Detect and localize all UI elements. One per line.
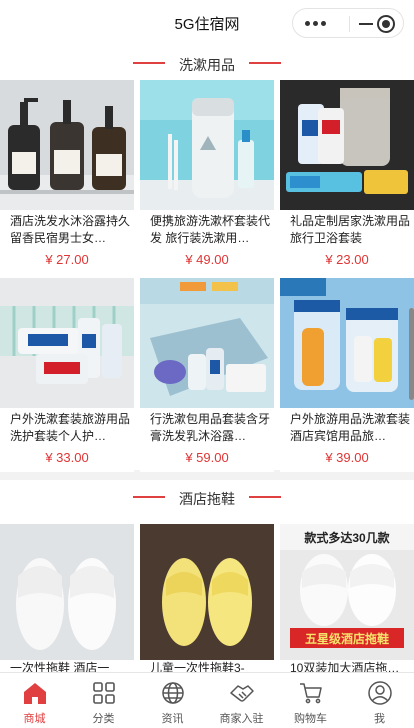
handshake-icon	[230, 685, 254, 702]
banner-top-text: 款式多达30几款	[304, 530, 390, 545]
bottom-tab-bar: 商城 分类 资讯 商家入驻 购物车 我	[0, 672, 414, 728]
tab-label: 我	[374, 713, 385, 725]
section-title: 酒店拖鞋	[179, 491, 235, 507]
tab-home[interactable]: 商城	[0, 673, 69, 728]
product-name: 酒店洗发水沐浴露持久留香民宿男士女…	[10, 214, 130, 245]
header-line-right	[249, 62, 281, 64]
product-image[interactable]	[140, 278, 274, 408]
product-image[interactable]	[140, 524, 274, 660]
product-card[interactable]: 行洗漱包用品套装含牙膏洗发乳沐浴露… ¥ 59.00	[140, 278, 274, 472]
header-line-right	[249, 496, 281, 498]
top-nav-bar: 5G住宿网	[0, 0, 414, 46]
product-image[interactable]	[0, 278, 134, 408]
minimize-icon[interactable]	[359, 20, 373, 28]
product-card[interactable]: 便携旅游洗漱杯套装代发 旅行装洗漱用… ¥ 49.00	[140, 80, 274, 276]
product-image[interactable]	[280, 278, 414, 408]
product-price: ¥ 27.00	[45, 252, 89, 267]
tab-category[interactable]: 分类	[69, 673, 138, 728]
product-name: 户外洗漱套装旅游用品洗护套装个人护…	[10, 412, 130, 443]
tab-label: 商家入驻	[219, 713, 264, 725]
product-card[interactable]: 礼品定制居家洗漱用品旅行卫浴套装expendable… ¥ 23.00	[280, 80, 414, 276]
capsule-divider	[349, 16, 350, 32]
product-price: ¥ 39.00	[325, 450, 369, 465]
product-name: 户外旅游用品洗漱套装酒店宾馆用品旅…	[290, 412, 410, 443]
product-price: ¥ 33.00	[45, 450, 89, 465]
product-image[interactable]	[280, 80, 414, 210]
scrollbar[interactable]	[409, 308, 414, 400]
tab-news[interactable]: 资讯	[138, 673, 207, 728]
product-name: 一次性拖鞋 酒店一次…	[10, 661, 110, 672]
banner-bottom-text: 五星级酒店拖鞋	[305, 631, 389, 646]
tab-me[interactable]: 我	[345, 673, 414, 728]
product-price: ¥ 23.00	[325, 252, 369, 267]
user-icon	[368, 681, 392, 705]
tab-cart[interactable]: 购物车	[276, 673, 345, 728]
product-card[interactable]: 户外洗漱套装旅游用品洗护套装个人护… ¥ 33.00	[0, 278, 134, 472]
product-card[interactable]: 儿童一次性拖鞋3-10…	[140, 524, 274, 672]
product-image[interactable]	[140, 80, 274, 210]
product-name: 10双装加大酒店拖…	[290, 661, 400, 672]
product-name: 礼品定制居家洗漱用品旅行卫浴套装expendable…	[290, 214, 410, 245]
tab-label: 分类	[92, 713, 115, 725]
globe-icon	[162, 682, 184, 704]
section-header: 洗漱用品	[0, 46, 414, 80]
product-card[interactable]: 款式多达30几款 五星级酒店拖鞋 10双装加大酒店拖…	[280, 524, 414, 672]
product-card[interactable]: 酒店洗发水沐浴露持久留香民宿男士女… ¥ 27.00	[0, 80, 134, 276]
product-card[interactable]: 一次性拖鞋 酒店一次…	[0, 524, 134, 672]
cart-icon	[300, 683, 322, 704]
tab-merchant[interactable]: 商家入驻	[207, 673, 276, 728]
home-icon	[24, 683, 46, 704]
product-price: ¥ 49.00	[185, 252, 229, 267]
product-name: 行洗漱包用品套装含牙膏洗发乳沐浴露…	[150, 412, 270, 443]
product-name: 儿童一次性拖鞋3-10…	[150, 661, 245, 672]
tab-label: 资讯	[161, 713, 184, 725]
product-image[interactable]: 款式多达30几款 五星级酒店拖鞋	[280, 524, 414, 660]
more-icon[interactable]	[305, 20, 335, 28]
section-title: 洗漱用品	[179, 57, 235, 73]
product-name: 便携旅游洗漱杯套装代发 旅行装洗漱用…	[150, 214, 270, 245]
tab-label: 商城	[23, 713, 46, 725]
product-image[interactable]	[0, 80, 134, 210]
tab-label: 购物车	[294, 713, 327, 725]
product-price: ¥ 59.00	[185, 450, 229, 465]
section-header: 酒店拖鞋	[0, 480, 414, 514]
close-icon[interactable]	[377, 15, 395, 33]
product-image[interactable]	[0, 524, 134, 660]
product-card[interactable]: 户外旅游用品洗漱套装酒店宾馆用品旅… ¥ 39.00	[280, 278, 414, 472]
grid-icon	[93, 682, 115, 704]
mini-program-capsule	[292, 8, 404, 38]
